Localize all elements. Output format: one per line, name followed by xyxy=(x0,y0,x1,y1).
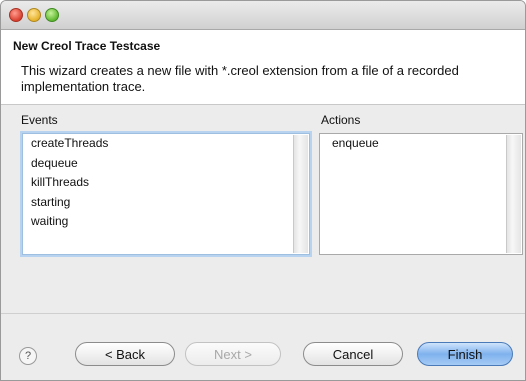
wizard-window: New Creol Trace Testcase This wizard cre… xyxy=(0,0,526,381)
list-item-event[interactable]: createThreads xyxy=(23,134,309,154)
finish-button[interactable]: Finish xyxy=(417,342,513,366)
minimize-window-icon[interactable] xyxy=(27,8,41,22)
cancel-button[interactable]: Cancel xyxy=(303,342,403,366)
list-item-event[interactable]: starting xyxy=(23,193,309,213)
title-bar xyxy=(1,1,525,30)
next-button[interactable]: Next > xyxy=(185,342,281,366)
list-item-action[interactable]: enqueue xyxy=(320,134,522,154)
help-icon[interactable]: ? xyxy=(19,347,37,365)
actions-label: Actions xyxy=(321,113,361,127)
wizard-description: This wizard creates a new file with *.cr… xyxy=(21,63,459,94)
events-list[interactable]: createThreads dequeue killThreads starti… xyxy=(22,133,310,255)
back-button[interactable]: < Back xyxy=(75,342,175,366)
actions-scrollbar[interactable] xyxy=(506,135,521,253)
close-window-icon[interactable] xyxy=(9,8,23,22)
wizard-title: New Creol Trace Testcase xyxy=(13,39,161,53)
zoom-window-icon[interactable] xyxy=(45,8,59,22)
wizard-footer: ? < Back Next > Cancel Finish xyxy=(1,313,525,380)
events-scrollbar[interactable] xyxy=(293,135,308,253)
list-item-event[interactable]: waiting xyxy=(23,212,309,232)
list-item-event[interactable]: killThreads xyxy=(23,173,309,193)
actions-list[interactable]: enqueue xyxy=(319,133,523,255)
wizard-content: Events createThreads dequeue killThreads… xyxy=(1,105,525,311)
wizard-header: New Creol Trace Testcase This wizard cre… xyxy=(1,30,525,105)
list-item-event[interactable]: dequeue xyxy=(23,154,309,174)
events-label: Events xyxy=(21,113,58,127)
